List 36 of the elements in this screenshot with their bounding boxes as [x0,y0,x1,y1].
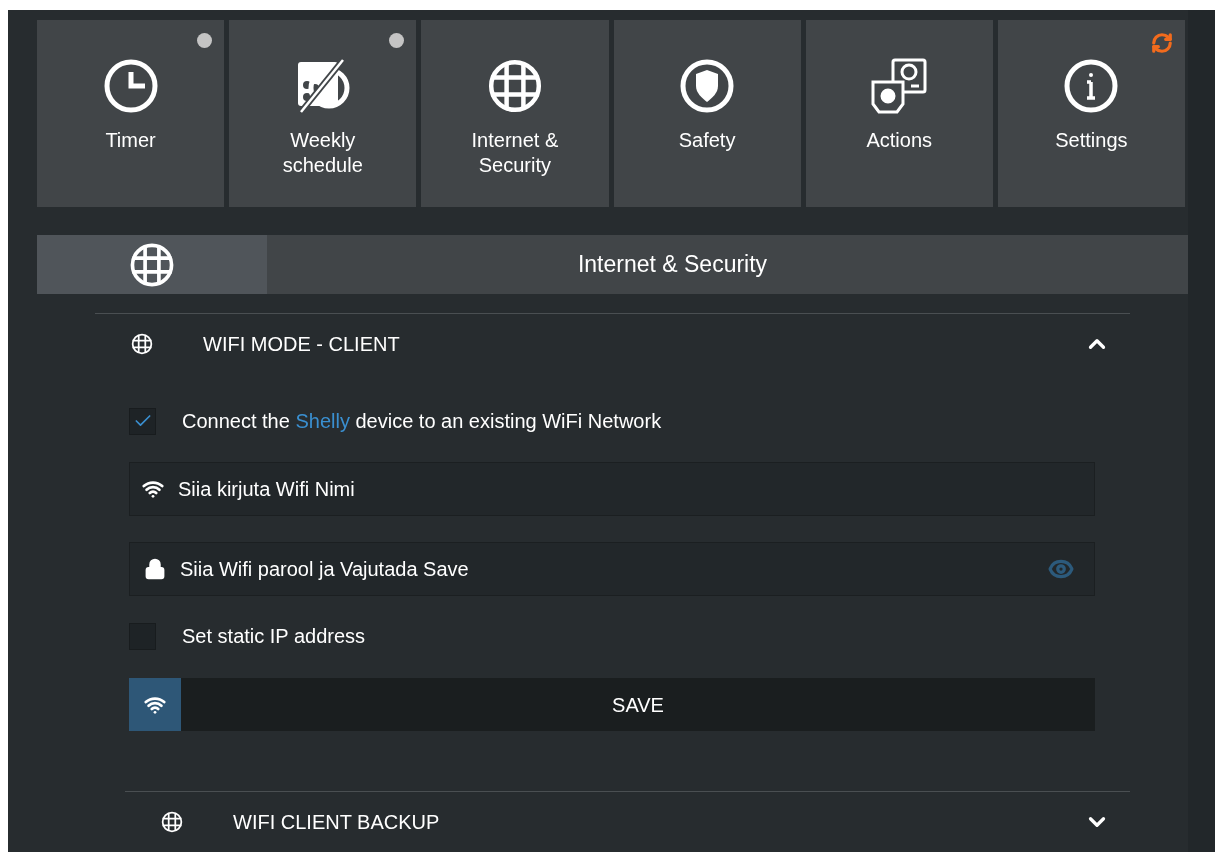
section-header[interactable]: WIFI MODE - CLIENT [95,314,1130,374]
tile-label: Timer [104,128,157,153]
clock-icon [102,58,159,114]
wifi-icon [142,478,164,500]
menu-tile[interactable]: Settings [997,20,1185,207]
menu-tile[interactable]: Actions [805,20,993,207]
section-title: WIFI CLIENT BACKUP [233,810,440,835]
tile-label: Internet & Security [470,128,560,178]
menu-tile[interactable]: Timer [37,20,225,207]
save-button[interactable]: SAVE [181,678,1095,731]
globe-icon [129,241,175,288]
connect-label: Connect the Shelly device to an existing WiFi Network [182,409,662,434]
info-icon [1063,58,1120,114]
tile-label: Weekly schedule [281,128,364,178]
section-title: WIFI MODE - CLIENT [203,332,400,357]
tile-label: Actions [865,128,934,153]
static-ip-label: Set static IP address [182,624,366,649]
password-field[interactable]: Siia Wifi parool ja Vajutada Save [129,542,1095,596]
menu-tile[interactable]: Internet & Security [421,20,609,207]
ssid-input[interactable]: Siia kirjuta Wifi Nimi [178,474,1094,504]
actions-icon [871,58,928,114]
globe-icon [131,333,153,355]
panel-title: Internet & Security [576,250,769,280]
tile-label: Settings [1054,128,1129,153]
lock-icon [144,558,166,580]
checkbox[interactable] [129,407,156,435]
globe-icon [486,58,543,114]
menu-tile[interactable]: Weekly schedule [229,20,417,207]
globe-icon [161,811,183,833]
tile-label: Safety [677,128,737,153]
section-header[interactable]: WIFI CLIENT BACKUP [125,792,1130,852]
menu-tile[interactable]: Safety [613,20,801,207]
ssid-field[interactable]: Siia kirjuta Wifi Nimi [129,462,1095,516]
shield-icon [679,58,736,114]
shelly-link[interactable]: Shelly [295,410,350,432]
password-input[interactable]: Siia Wifi parool ja Vajutada Save [180,554,1034,584]
